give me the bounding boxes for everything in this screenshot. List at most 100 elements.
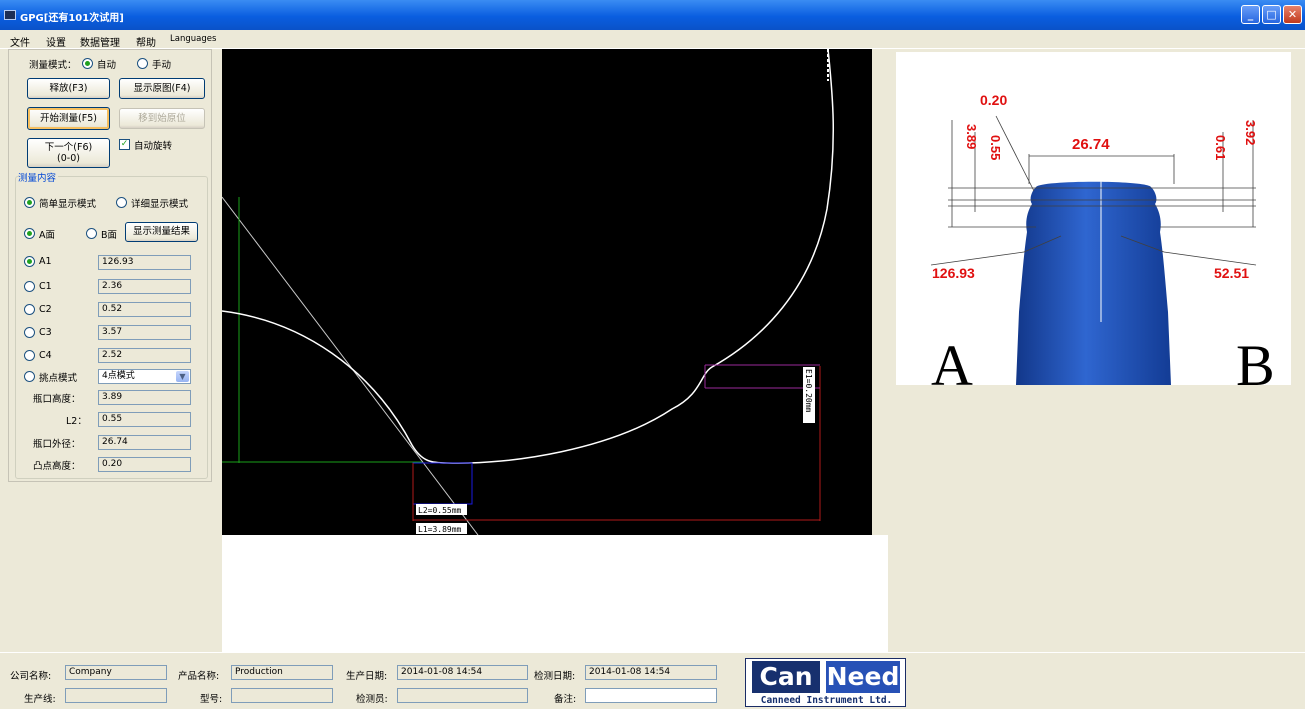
product-label: 产品名称: xyxy=(178,671,220,682)
product-field[interactable]: Production xyxy=(231,665,333,680)
auto-rotate-label: 自动旋转 xyxy=(134,141,173,152)
c4-value: 2.52 xyxy=(98,348,191,363)
blank-report-area xyxy=(222,535,888,652)
bottle-profile-curve xyxy=(221,48,834,464)
point-mode-select[interactable]: 4点模式 ▼ xyxy=(98,369,191,384)
menu-file[interactable]: 文件 xyxy=(10,34,30,49)
mode-label: 测量模式： xyxy=(29,60,77,71)
model-label: 型号: xyxy=(200,694,223,705)
neck-diameter-label: 瓶口外径： xyxy=(33,439,81,450)
show-original-button[interactable]: 显示原图(F4) xyxy=(119,78,205,99)
menu-languages[interactable]: Languages xyxy=(170,34,216,44)
release-button[interactable]: 释放(F3) xyxy=(27,78,110,99)
angle-right-leader xyxy=(1163,251,1257,266)
measure-content-title: 测量内容 xyxy=(18,170,59,184)
reference-diagram: 0.20 3.89 0.55 26.74 0.61 3.92 126.93 52… xyxy=(896,52,1291,398)
left-outer-callout: 3.89 xyxy=(964,124,979,149)
side-b-label: B xyxy=(1236,333,1275,385)
face-b-radio[interactable] xyxy=(86,228,97,239)
logo-can-text: Can xyxy=(752,661,820,693)
bump-height-callout: 0.20 xyxy=(980,92,1007,108)
c4-radio[interactable] xyxy=(24,350,35,361)
mode-manual-label: 手动 xyxy=(152,60,172,71)
company-field[interactable]: Company xyxy=(65,665,167,680)
menu-settings[interactable]: 设置 xyxy=(46,34,66,49)
company-logo: Can Need Canneed Instrument Ltd. xyxy=(745,658,906,707)
face-a-radio[interactable] xyxy=(24,228,35,239)
menu-data-management[interactable]: 数据管理 xyxy=(80,34,120,49)
close-button[interactable]: ✕ xyxy=(1283,5,1302,24)
c3-value: 3.57 xyxy=(98,325,191,340)
control-panel: 测量模式： 自动 手动 释放(F3) 显示原图(F4) 开始测量(F5) 移到始… xyxy=(8,49,212,482)
point-mode-value: 4点模式 xyxy=(102,371,135,381)
bump-height-label: 凸点高度： xyxy=(33,461,81,472)
left-inner-callout: 0.55 xyxy=(988,135,1003,160)
side-a-label: A xyxy=(931,333,973,385)
menu-help[interactable]: 帮助 xyxy=(136,34,156,49)
point-mode-radio[interactable] xyxy=(24,371,35,382)
c2-radio[interactable] xyxy=(24,304,35,315)
logo-subtitle: Canneed Instrument Ltd. xyxy=(760,695,893,706)
c1-value: 2.36 xyxy=(98,279,191,294)
detail-mode-radio[interactable] xyxy=(116,197,127,208)
angle-left-leader xyxy=(930,251,1025,266)
neck-height-value: 3.89 xyxy=(98,390,191,405)
l2-measure-label: L2=0.55mm xyxy=(418,506,462,515)
model-field[interactable] xyxy=(231,688,333,703)
prod-date-field[interactable]: 2014-01-08 14:54 xyxy=(397,665,528,680)
mode-auto-radio[interactable] xyxy=(82,58,93,69)
neck-height-label: 瓶口高度： xyxy=(33,394,81,405)
detail-mode-label: 详细显示模式 xyxy=(131,199,189,210)
window-title: GPG[还有101次试用] xyxy=(20,13,124,24)
c1-label: C1 xyxy=(39,281,52,292)
show-result-button[interactable]: 显示测量结果 xyxy=(125,222,198,242)
right-outer-callout: 3.92 xyxy=(1243,120,1258,145)
c1-radio[interactable] xyxy=(24,281,35,292)
minimize-button[interactable]: _ xyxy=(1241,5,1260,24)
maximize-button[interactable]: □ xyxy=(1262,5,1281,24)
a1-radio[interactable] xyxy=(24,256,35,267)
c3-label: C3 xyxy=(39,327,52,338)
simple-mode-label: 简单显示模式 xyxy=(39,199,97,210)
face-a-label: A面 xyxy=(39,230,55,241)
l1-measure-label: L1=3.89mm xyxy=(418,525,462,534)
right-inner-callout: 0.61 xyxy=(1213,135,1228,160)
remark-label: 备注: xyxy=(554,694,577,705)
angle-right-callout: 52.51 xyxy=(1214,265,1249,281)
c4-label: C4 xyxy=(39,350,52,361)
app-icon xyxy=(4,10,16,20)
app-window: GPG[还有101次试用] _ □ ✕ 文件 设置 数据管理 帮助 Langua… xyxy=(0,0,1305,709)
check-date-label: 检测日期: xyxy=(534,671,576,682)
logo-need-text: Need xyxy=(826,661,900,693)
next-button[interactable]: 下一个(F6) (0-0) xyxy=(27,138,110,168)
l2-value: 0.55 xyxy=(98,412,191,427)
mode-manual-radio[interactable] xyxy=(137,58,148,69)
move-to-origin-button[interactable]: 移到始原位 xyxy=(119,108,205,129)
c2-label: C2 xyxy=(39,304,52,315)
tangent-line xyxy=(221,196,479,536)
next-button-counter: (0-0) xyxy=(57,153,80,164)
c2-value: 0.52 xyxy=(98,302,191,317)
check-date-field[interactable]: 2014-01-08 14:54 xyxy=(585,665,717,680)
a1-label: A1 xyxy=(39,256,52,267)
point-mode-label: 挑点模式 xyxy=(39,373,78,384)
neck-diameter-value: 26.74 xyxy=(98,435,191,450)
line-field[interactable] xyxy=(65,688,167,703)
diameter-callout: 26.74 xyxy=(1072,136,1110,153)
e1-measure-label: E1=0.20mm xyxy=(804,369,813,413)
remark-field[interactable] xyxy=(585,688,717,703)
profile-drawing: L2=0.55mm L1=3.89mm E1=0.20mm xyxy=(221,48,834,536)
line-label: 生产线: xyxy=(24,694,56,705)
angle-left-callout: 126.93 xyxy=(932,265,975,281)
simple-mode-radio[interactable] xyxy=(24,197,35,208)
chevron-down-icon[interactable]: ▼ xyxy=(176,371,189,382)
menu-bar: 文件 设置 数据管理 帮助 Languages xyxy=(0,30,1305,49)
prod-date-label: 生产日期: xyxy=(346,671,388,682)
c3-radio[interactable] xyxy=(24,327,35,338)
start-measure-button[interactable]: 开始测量(F5) xyxy=(27,107,110,130)
measurement-canvas[interactable]: L2=0.55mm L1=3.89mm E1=0.20mm xyxy=(221,48,872,536)
title-bar[interactable]: GPG[还有101次试用] _ □ ✕ xyxy=(0,0,1305,30)
bump-height-value: 0.20 xyxy=(98,457,191,472)
auto-rotate-checkbox[interactable]: ✓ xyxy=(119,139,130,150)
inspector-field[interactable] xyxy=(397,688,528,703)
